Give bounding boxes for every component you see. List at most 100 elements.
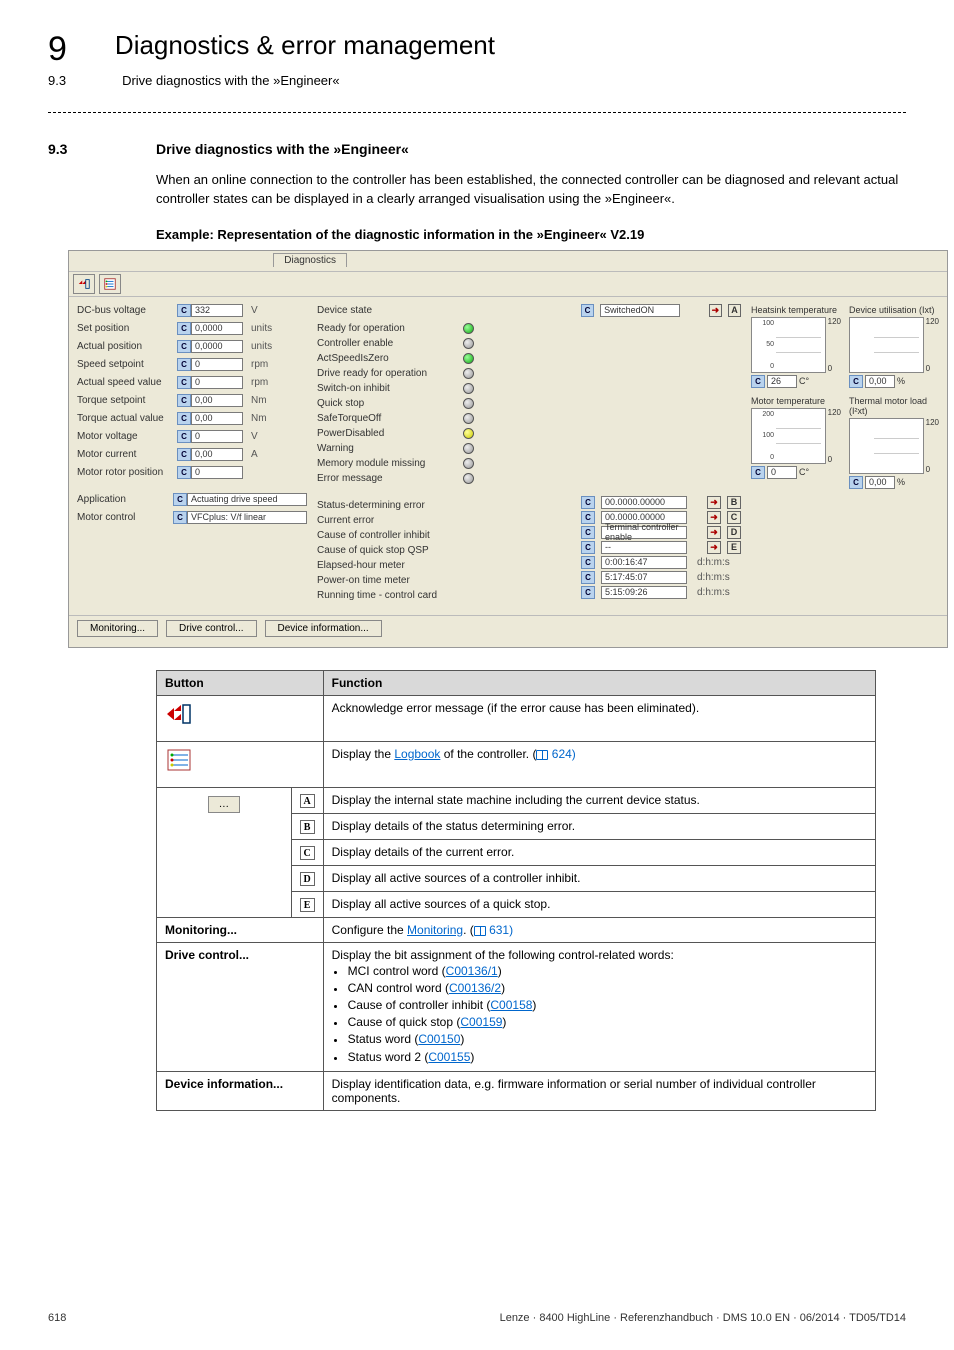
- param-value: 0,0000: [191, 322, 243, 335]
- param-value: 332: [191, 304, 243, 317]
- c-badge: C: [177, 340, 191, 353]
- param-unit: units: [251, 323, 272, 334]
- code-link[interactable]: C00136/2: [449, 981, 501, 995]
- c-badge: C: [849, 375, 863, 388]
- engineer-button[interactable]: Device information...: [265, 620, 382, 637]
- c-badge: C: [177, 466, 191, 479]
- tab-diagnostics[interactable]: Diagnostics: [273, 253, 347, 267]
- param-row: Motor voltageC0V: [77, 429, 307, 444]
- logbook-desc: Display the Logbook of the controller. (…: [323, 741, 875, 787]
- monitoring-post: . (: [463, 923, 474, 937]
- list-item: Cause of controller inhibit (C00158): [346, 997, 867, 1013]
- status-led-icon: [463, 368, 474, 379]
- c-badge: C: [177, 412, 191, 425]
- section-heading: 9.3 Drive diagnostics with the »Engineer…: [48, 141, 906, 157]
- param-label: Motor voltage: [77, 431, 173, 442]
- gauge-title: Heatsink temperature: [751, 305, 841, 315]
- info-unit: d:h:m:s: [697, 557, 730, 568]
- cell-letter-C: C: [291, 839, 323, 865]
- status-led-icon: [463, 383, 474, 394]
- gauge-unit: C°: [799, 467, 809, 477]
- cell-letter-B: B: [291, 813, 323, 839]
- status-led-icon: [463, 458, 474, 469]
- c-badge: C: [177, 358, 191, 371]
- param-row: Speed setpointC0rpm: [77, 357, 307, 372]
- page-number: 618: [48, 1312, 66, 1324]
- param-label: Speed setpoint: [77, 359, 173, 370]
- letter-A[interactable]: A: [728, 304, 741, 317]
- gauge-graphic: 100500: [751, 317, 826, 373]
- gauge: Heatsink temperature 100500 1200 C26C°: [751, 305, 841, 388]
- monitoring-link[interactable]: Monitoring: [407, 923, 463, 937]
- letter-A-box: A: [300, 794, 315, 808]
- left-column: DC-bus voltageC332VSet positionC0,0000un…: [77, 303, 307, 603]
- status-row: Warning: [317, 441, 571, 456]
- logbook-icon: [165, 747, 193, 773]
- info-value-row: C Terminal controller enable ➜ D: [581, 525, 741, 540]
- monitoring-page[interactable]: 631): [486, 923, 513, 937]
- book-icon: [474, 926, 486, 936]
- device-state-row: Device state: [317, 303, 571, 318]
- code-link[interactable]: C00155: [428, 1050, 470, 1064]
- info-value: Terminal controller enable: [601, 526, 687, 539]
- info-row: Power-on time meter: [317, 573, 571, 588]
- letter-E[interactable]: E: [727, 541, 741, 554]
- letter-D[interactable]: D: [727, 526, 741, 539]
- letter-C[interactable]: C: [727, 511, 741, 524]
- code-link[interactable]: C00136/1: [446, 964, 498, 978]
- status-label: Switch-on inhibit: [317, 383, 457, 394]
- param-unit: rpm: [251, 377, 268, 388]
- code-link[interactable]: C00150: [418, 1032, 460, 1046]
- goto-icon[interactable]: ➜: [707, 541, 721, 554]
- device-state-value: SwitchedON: [600, 304, 680, 317]
- param-value: 0,00: [191, 448, 243, 461]
- list-item: Cause of quick stop (C00159): [346, 1014, 867, 1030]
- info-value-row: C--➜E: [581, 540, 741, 555]
- info-row: Elapsed-hour meter: [317, 558, 571, 573]
- gauge-unit: %: [897, 477, 905, 487]
- param-value: 0: [191, 430, 243, 443]
- c-badge: C: [581, 304, 594, 317]
- engineer-button[interactable]: Monitoring...: [77, 620, 158, 637]
- list-item: Status word (C00150): [346, 1031, 867, 1047]
- status-led-icon: [463, 473, 474, 484]
- cell-letter-A: A: [291, 787, 323, 813]
- info-row: Current error: [317, 513, 571, 528]
- gauge-title: Thermal motor load (I²xt): [849, 396, 939, 416]
- c-badge: C: [581, 571, 595, 584]
- info-label: Elapsed-hour meter: [317, 560, 457, 571]
- status-label: Error message: [317, 473, 457, 484]
- c-badge: C: [177, 448, 191, 461]
- goto-icon[interactable]: ➜: [707, 496, 721, 509]
- th-function: Function: [323, 670, 875, 695]
- param-label: Actual position: [77, 341, 173, 352]
- acknowledge-icon[interactable]: [73, 274, 95, 294]
- list-item: CAN control word (C00136/2): [346, 980, 867, 996]
- dots-button[interactable]: …: [208, 796, 240, 813]
- param-row: Motor rotor positionC0: [77, 465, 307, 480]
- gauges: Heatsink temperature 100500 1200 C26C°Mo…: [751, 303, 939, 603]
- subheader: 9.3 Drive diagnostics with the »Engineer…: [48, 73, 906, 88]
- logbook-page[interactable]: 624): [548, 747, 575, 761]
- th-button: Button: [157, 670, 324, 695]
- c-badge: C: [177, 304, 191, 317]
- param-unit: V: [251, 305, 258, 316]
- gauge-value: 0: [767, 466, 797, 479]
- letter-B[interactable]: B: [727, 496, 741, 509]
- list-item: MCI control word (C00136/1): [346, 963, 867, 979]
- cell-letter-E: E: [291, 891, 323, 917]
- engineer-button[interactable]: Drive control...: [166, 620, 256, 637]
- c-badge: C: [581, 526, 595, 539]
- logbook-icon[interactable]: [99, 274, 121, 294]
- logbook-link[interactable]: Logbook: [394, 747, 440, 761]
- gauge-title: Device utilisation (Ixt): [849, 305, 939, 315]
- code-link[interactable]: C00158: [490, 998, 532, 1012]
- goto-icon[interactable]: ➜: [709, 304, 722, 317]
- code-link[interactable]: C00159: [460, 1015, 502, 1029]
- drive-desc: Display the bit assignment of the follow…: [323, 942, 875, 1071]
- goto-icon[interactable]: ➜: [707, 511, 721, 524]
- c-badge: C: [581, 541, 595, 554]
- goto-icon[interactable]: ➜: [707, 526, 721, 539]
- gauge-unit: C°: [799, 376, 809, 386]
- engineer-screenshot: Diagnostics DC-bus voltageC332VSet posit…: [68, 250, 948, 648]
